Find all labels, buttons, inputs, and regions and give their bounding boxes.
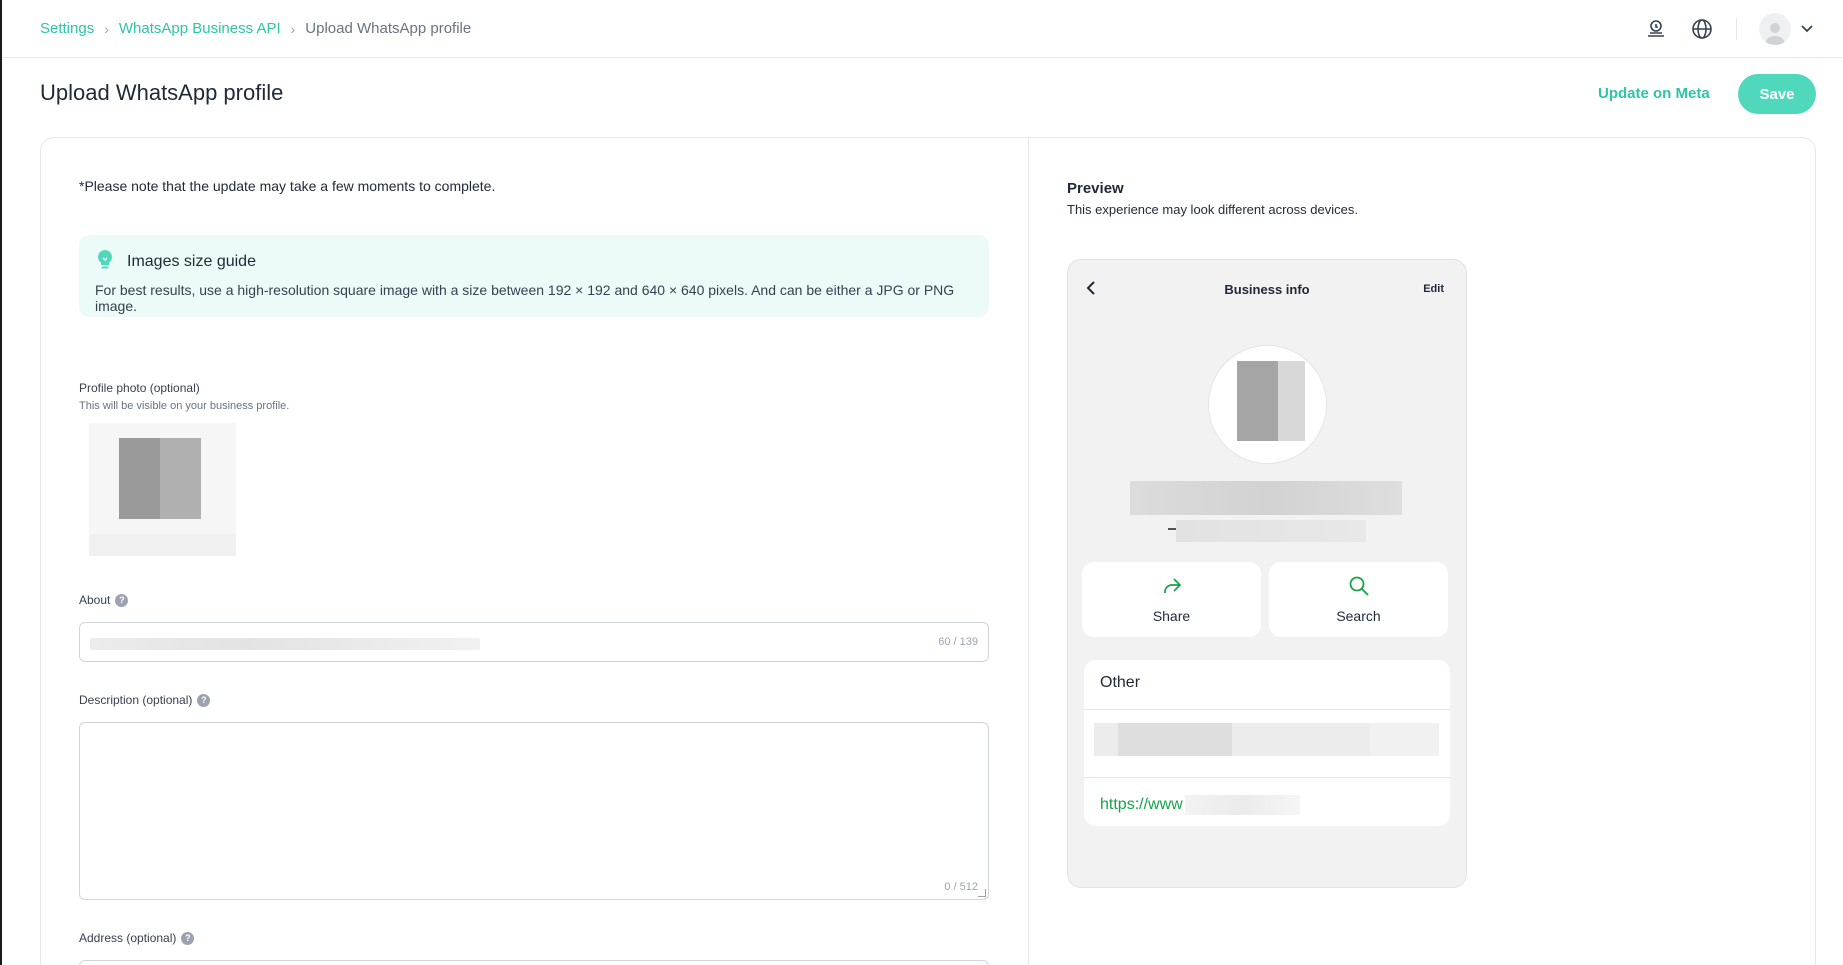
profile-photo-image — [119, 438, 201, 519]
website-url-redacted — [1184, 795, 1300, 815]
lightbulb-icon — [96, 249, 114, 276]
profile-photo-label-text: Profile photo (optional) — [79, 381, 200, 395]
divider — [1736, 17, 1737, 40]
phone-header: Business info Edit — [1068, 280, 1466, 300]
share-icon — [1082, 575, 1261, 597]
about-value-redacted — [90, 638, 480, 650]
share-label: Share — [1152, 608, 1191, 624]
description-label: Description (optional) ? — [79, 693, 211, 707]
divider — [1084, 777, 1450, 778]
about-label: About ? — [79, 593, 129, 607]
update-on-meta-button[interactable]: Update on Meta — [1598, 85, 1710, 102]
chevron-down-icon — [1801, 24, 1813, 32]
other-section: Other https://www — [1084, 660, 1450, 826]
description-textarea[interactable]: 0 / 512 — [79, 722, 989, 900]
update-note: *Please note that the update may take a … — [79, 178, 496, 194]
breadcrumb-whatsapp-api[interactable]: WhatsApp Business API — [119, 20, 281, 37]
help-icon[interactable]: ? — [197, 693, 211, 707]
phone-title: Business info — [1224, 282, 1310, 297]
help-icon[interactable]: ? — [115, 593, 129, 607]
window-edge — [0, 0, 2, 965]
chevron-right-icon: › — [290, 20, 296, 37]
address-input[interactable] — [79, 960, 989, 965]
search-label: Search — [1336, 608, 1381, 624]
help-center-icon[interactable] — [1644, 17, 1668, 41]
description-counter: 0 / 512 — [944, 881, 978, 893]
top-bar: Settings › WhatsApp Business API › Uploa… — [2, 0, 1843, 58]
divider — [1084, 709, 1450, 710]
website-link[interactable]: https://www — [1100, 795, 1300, 815]
guide-text: For best results, use a high-resolution … — [95, 282, 955, 314]
breadcrumb-settings[interactable]: Settings — [40, 20, 94, 37]
description-label-text: Description (optional) — [79, 693, 193, 707]
business-avatar-image — [1237, 361, 1305, 441]
share-action[interactable]: Share — [1082, 562, 1261, 637]
page-title: Upload WhatsApp profile — [40, 80, 284, 105]
search-action[interactable]: Search — [1269, 562, 1448, 637]
website-link-text: https://www — [1100, 796, 1183, 813]
preview-subtitle: This experience may look different acros… — [1067, 202, 1358, 217]
divider — [1028, 138, 1029, 965]
profile-photo-strip — [89, 534, 236, 556]
search-icon — [1269, 575, 1448, 597]
about-label-text: About — [79, 593, 111, 607]
breadcrumb: Settings › WhatsApp Business API › Uploa… — [40, 20, 471, 37]
about-counter: 60 / 139 — [938, 636, 978, 648]
chevron-right-icon: › — [104, 20, 109, 37]
business-avatar — [1208, 345, 1327, 464]
profile-card: *Please note that the update may take a … — [40, 137, 1816, 965]
address-label: Address (optional) ? — [79, 931, 195, 945]
business-name-redacted — [1130, 481, 1402, 515]
address-label-text: Address (optional) — [79, 931, 177, 945]
user-menu[interactable] — [1759, 12, 1813, 45]
dash — [1168, 528, 1176, 530]
help-icon[interactable]: ? — [181, 931, 195, 945]
save-button[interactable]: Save — [1738, 74, 1816, 114]
profile-photo-label: Profile photo (optional) — [79, 381, 200, 395]
phone-edit-button[interactable]: Edit — [1423, 283, 1444, 295]
other-info-redacted — [1094, 723, 1439, 756]
preview-title: Preview — [1067, 180, 1124, 197]
avatar — [1759, 12, 1791, 45]
profile-photo-hint: This will be visible on your business pr… — [79, 400, 290, 412]
about-input[interactable]: 60 / 139 — [79, 622, 989, 662]
guide-title: Images size guide — [127, 253, 256, 270]
resize-handle[interactable] — [978, 889, 986, 897]
image-size-guide: Images size guide For best results, use … — [79, 235, 989, 317]
breadcrumb-current: Upload WhatsApp profile — [305, 20, 472, 37]
profile-photo-upload[interactable] — [89, 423, 236, 556]
other-title: Other — [1100, 674, 1141, 691]
phone-preview: Business info Edit Share Search Other ht… — [1067, 259, 1467, 888]
business-subtitle-redacted — [1176, 520, 1366, 542]
globe-icon[interactable] — [1690, 17, 1714, 41]
